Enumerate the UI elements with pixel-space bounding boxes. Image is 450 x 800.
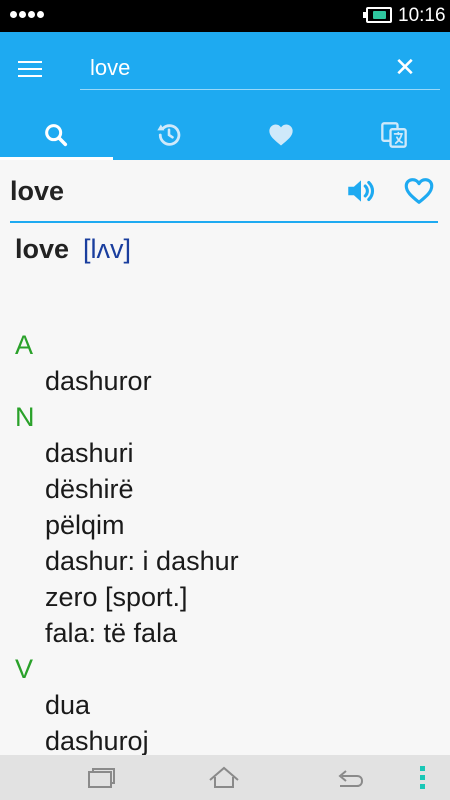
- header-divider: [10, 221, 438, 223]
- heart-icon: [269, 124, 293, 146]
- pronounce-button[interactable]: [344, 174, 378, 208]
- tab-translate[interactable]: [338, 110, 450, 160]
- definition-item: dëshirë: [45, 474, 134, 504]
- search-underline: [80, 89, 440, 90]
- battery-icon: [363, 7, 392, 23]
- overflow-menu-icon[interactable]: [420, 766, 425, 789]
- definition-item: zero [sport.]: [45, 582, 188, 612]
- translate-icon: [380, 122, 407, 148]
- home-button[interactable]: [207, 763, 241, 793]
- part-of-speech-adjective: A: [15, 330, 34, 360]
- heart-outline-icon: [404, 178, 434, 204]
- search-input[interactable]: [80, 48, 380, 88]
- menu-button[interactable]: [18, 54, 52, 84]
- word-header: love: [0, 160, 450, 222]
- back-button[interactable]: [332, 763, 366, 793]
- menu-icon: [18, 61, 42, 63]
- definition-item: dashur: i dashur: [45, 546, 239, 576]
- navigation-bar: [0, 755, 450, 800]
- recent-apps-icon: [88, 768, 115, 788]
- part-of-speech-verb: V: [15, 654, 34, 684]
- part-of-speech-noun: N: [15, 402, 35, 432]
- definition-item: dashuror: [45, 366, 152, 396]
- definition-item: dashuroj: [45, 726, 149, 755]
- speaker-icon: [348, 180, 375, 202]
- definition-item: dashuri: [45, 438, 134, 468]
- tab-bar: [0, 110, 450, 160]
- close-icon: ✕: [394, 52, 416, 82]
- home-icon: [209, 766, 239, 788]
- favorite-button[interactable]: [402, 174, 436, 208]
- recent-apps-button[interactable]: [84, 763, 118, 793]
- search-icon: [45, 124, 68, 147]
- word-title: love: [10, 176, 65, 206]
- status-bar: 10:16: [0, 0, 450, 32]
- pronunciation: [lʌv]: [83, 234, 132, 264]
- definition-item: pëlqim: [45, 510, 125, 540]
- back-arrow-icon: [338, 770, 364, 787]
- tab-favorites[interactable]: [225, 110, 338, 160]
- tab-search[interactable]: [0, 110, 113, 160]
- tab-history[interactable]: [113, 110, 226, 160]
- clear-search-button[interactable]: ✕: [388, 50, 422, 84]
- definition-item: dua: [45, 690, 91, 720]
- history-icon: [157, 124, 181, 146]
- dictionary-entry: love [lʌv] A dashuror N dashuri dëshirë p…: [0, 230, 450, 755]
- app-bar: ✕: [0, 32, 450, 160]
- status-time: 10:16: [398, 5, 446, 26]
- definition-item: fala: të fala: [45, 618, 178, 648]
- entry-heading: love [lʌv]: [15, 234, 131, 274]
- signal-icon: [10, 11, 44, 18]
- headword: love: [15, 234, 70, 264]
